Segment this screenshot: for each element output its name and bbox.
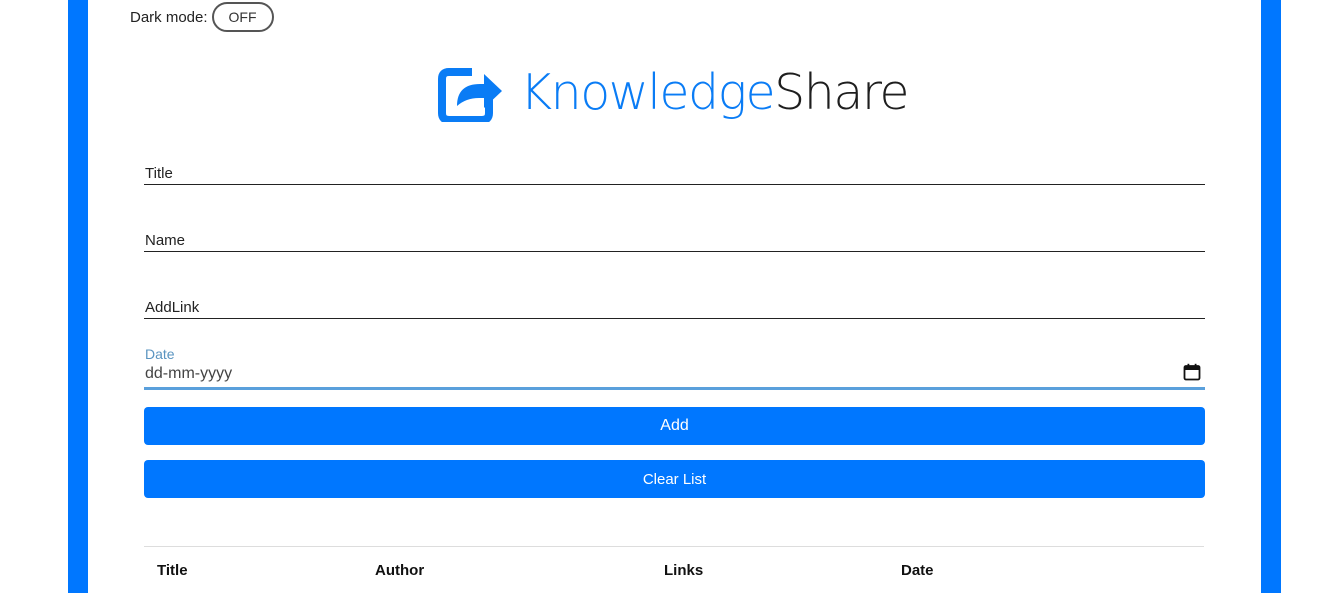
link-input[interactable]: AddLink xyxy=(144,284,1205,319)
date-placeholder: dd-mm-yyyy xyxy=(145,365,233,382)
dark-mode-toggle[interactable]: OFF xyxy=(211,2,274,32)
dark-mode-label: Dark mode: xyxy=(130,8,208,26)
brand-name: KnowledgeShare xyxy=(520,68,910,117)
title-input[interactable]: Title xyxy=(144,150,1205,185)
title-placeholder: Title xyxy=(145,165,173,182)
table-header-author: Author xyxy=(375,562,425,579)
brand-name-part1: Knowledge xyxy=(520,63,776,121)
name-input[interactable]: Name xyxy=(144,217,1205,252)
link-placeholder: AddLink xyxy=(145,299,200,316)
date-label: Date xyxy=(145,346,175,362)
table-divider xyxy=(144,546,1204,547)
table-header-date: Date xyxy=(901,562,934,579)
add-button[interactable]: Add xyxy=(144,407,1205,445)
table-header-links: Links xyxy=(664,562,704,579)
brand-name-part2: Share xyxy=(774,63,909,121)
date-input[interactable]: Date dd-mm-yyyy xyxy=(144,344,1205,390)
clear-list-button[interactable]: Clear List xyxy=(144,460,1205,498)
share-icon xyxy=(438,62,504,122)
table-header-title: Title xyxy=(157,562,188,579)
brand-logo: KnowledgeShare xyxy=(438,62,910,122)
name-placeholder: Name xyxy=(145,232,186,249)
dark-mode-control: Dark mode: OFF xyxy=(130,2,274,32)
calendar-icon[interactable] xyxy=(1183,363,1201,386)
